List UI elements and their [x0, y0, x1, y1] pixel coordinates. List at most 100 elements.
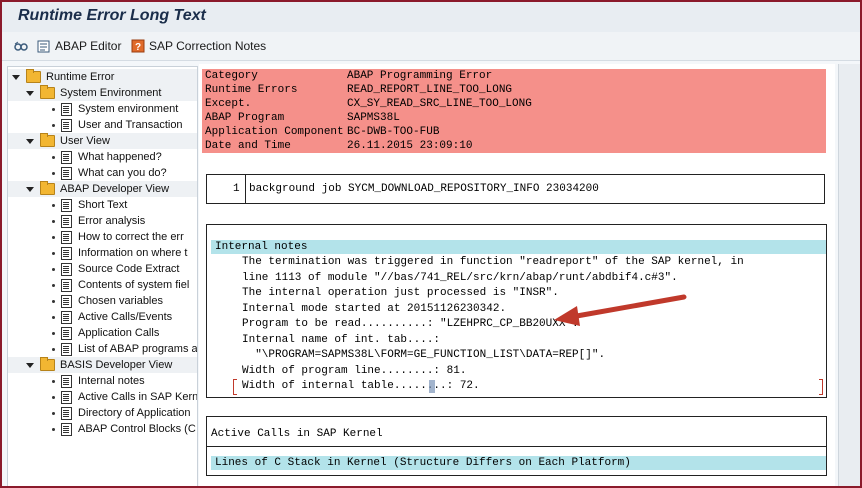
document-icon — [61, 246, 72, 260]
abap-editor-label: ABAP Editor — [55, 39, 122, 53]
tree-item-label: Short Text — [78, 199, 128, 211]
document-icon — [61, 118, 72, 132]
document-icon — [61, 278, 72, 292]
tree-item-label: Source Code Extract — [78, 263, 180, 275]
bullet-icon — [52, 251, 55, 255]
tree-item[interactable]: List of ABAP programs a — [52, 341, 198, 357]
note-line: Width of internal table........: 72. — [242, 380, 480, 392]
document-icon — [61, 198, 72, 212]
tree-item[interactable]: Information on where t — [52, 245, 187, 261]
document-icon — [61, 374, 72, 388]
tree-item-label: System environment — [78, 103, 179, 115]
tree-item[interactable]: Application Calls — [52, 325, 159, 341]
tree-item[interactable]: How to correct the err — [52, 229, 184, 245]
divider — [207, 446, 826, 447]
svg-text:?: ? — [135, 42, 141, 53]
bullet-icon — [52, 123, 55, 127]
document-icon — [61, 150, 72, 164]
document-icon — [61, 294, 72, 308]
note-line: line 1113 of module "//bas/741_REL/src/k… — [242, 272, 678, 284]
folder-icon — [40, 133, 55, 147]
tree-group-system-environment[interactable]: System Environment — [8, 85, 197, 101]
note-line: "\PROGRAM=SAPMS38L\FORM=GE_FUNCTION_LIST… — [242, 349, 606, 361]
window-frame: Runtime Error Long Text ABAP Editor ? SA… — [0, 0, 862, 488]
tree-item[interactable]: Active Calls/Events — [52, 309, 172, 325]
tree-item[interactable]: System environment — [52, 101, 178, 117]
tree-item-label: How to correct the err — [78, 231, 184, 243]
bullet-icon — [52, 315, 55, 319]
note-line: The internal operation just processed is… — [242, 287, 559, 299]
document-icon — [61, 230, 72, 244]
document-icon — [61, 214, 72, 228]
tree-item[interactable]: Source Code Extract — [52, 261, 180, 277]
tree-item[interactable]: Directory of Application — [52, 405, 191, 421]
collapse-icon[interactable] — [26, 362, 34, 368]
tree-root-label: Runtime Error — [46, 71, 115, 83]
document-icon — [61, 102, 72, 116]
tree-item-label: What can you do? — [78, 167, 167, 179]
tree-item-label: User and Transaction — [78, 119, 183, 131]
error-value: BC-DWB-TOO-FUB — [347, 126, 440, 138]
error-label: Except. — [205, 98, 252, 110]
tree-item-label: Error analysis — [78, 215, 146, 227]
tree-group-abap-developer-view[interactable]: ABAP Developer View — [8, 181, 197, 197]
bullet-icon — [52, 395, 55, 399]
collapse-icon[interactable] — [12, 74, 20, 80]
tree-group-user-view[interactable]: User View — [8, 133, 197, 149]
tree-item[interactable]: Chosen variables — [52, 293, 163, 309]
error-row-except: Except. CX_SY_READ_SRC_LINE_TOO_LONG — [202, 97, 826, 111]
folder-icon — [40, 85, 55, 99]
bullet-icon — [52, 379, 55, 383]
tree-item[interactable]: Short Text — [52, 197, 127, 213]
error-row-program: ABAP Program SAPMS38L — [202, 111, 826, 125]
window-title: Runtime Error Long Text — [18, 7, 206, 24]
sap-notes-button[interactable]: ? SAP Correction Notes — [131, 37, 266, 55]
tree-item[interactable]: What can you do? — [52, 165, 167, 181]
bullet-icon — [52, 219, 55, 223]
bullet-icon — [52, 283, 55, 287]
collapse-icon[interactable] — [26, 186, 34, 192]
tree-item-label: List of ABAP programs a — [78, 343, 198, 355]
tree-item-label: Information on where t — [78, 247, 188, 259]
bullet-icon — [52, 171, 55, 175]
error-value: SAPMS38L — [347, 112, 400, 124]
notes-icon: ? — [131, 39, 145, 53]
tree-item[interactable]: What happened? — [52, 149, 162, 165]
tree-item[interactable]: Active Calls in SAP Kern — [52, 389, 198, 405]
tree-group-label: BASIS Developer View — [60, 359, 173, 371]
document-icon — [61, 262, 72, 276]
error-row-date: Date and Time 26.11.2015 23:09:10 — [202, 139, 826, 153]
tree-item[interactable]: Internal notes — [52, 373, 145, 389]
tree-root[interactable]: Runtime Error — [8, 69, 197, 85]
document-icon — [61, 342, 72, 356]
divider — [245, 175, 246, 203]
vertical-scrollbar[interactable] — [838, 64, 860, 486]
tree-item-label: Internal notes — [78, 375, 145, 387]
tree-item[interactable]: User and Transaction — [52, 117, 183, 133]
collapse-icon[interactable] — [26, 90, 34, 96]
note-line: Program to be read..........: "LZEHPRC_C… — [242, 318, 579, 330]
tree-item-label: Contents of system fiel — [78, 279, 190, 291]
job-text: background job SYCM_DOWNLOAD_REPOSITORY_… — [249, 183, 599, 195]
glasses-button[interactable] — [14, 37, 32, 55]
bullet-icon — [52, 267, 55, 271]
tree-item[interactable]: Error analysis — [52, 213, 145, 229]
bullet-icon — [52, 235, 55, 239]
document-icon — [61, 406, 72, 420]
collapse-icon[interactable] — [26, 138, 34, 144]
note-line: Width of program line........: 81. — [242, 365, 467, 377]
note-line: Internal name of int. tab....: — [242, 334, 441, 346]
internal-notes-header: Internal notes — [211, 240, 826, 254]
bullet-icon — [52, 107, 55, 111]
tree-item[interactable]: Contents of system fiel — [52, 277, 189, 293]
bullet-icon — [52, 411, 55, 415]
folder-icon — [40, 357, 55, 371]
abap-editor-button[interactable]: ABAP Editor — [37, 37, 121, 55]
tree-item-label: Active Calls in SAP Kern — [78, 391, 198, 403]
title-bar: Runtime Error Long Text — [2, 2, 860, 32]
tree-group-basis-developer-view[interactable]: BASIS Developer View — [8, 357, 197, 373]
content-pane: Category ABAP Programming Error Runtime E… — [199, 64, 835, 486]
navigation-tree: Runtime Error System Environment System … — [7, 66, 198, 486]
tree-item[interactable]: ABAP Control Blocks (C — [52, 421, 196, 437]
error-label: Application Component — [205, 126, 344, 138]
